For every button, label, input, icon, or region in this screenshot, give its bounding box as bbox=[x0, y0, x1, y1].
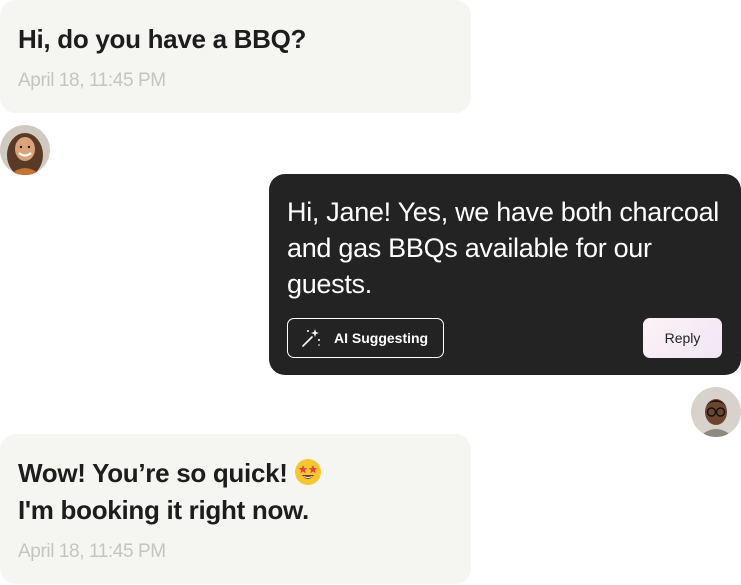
incoming-message-bubble: Hi, do you have a BBQ? April 18, 11:45 P… bbox=[0, 0, 471, 113]
magic-wand-icon bbox=[300, 327, 322, 349]
host-avatar bbox=[691, 387, 741, 437]
ai-suggesting-label: AI Suggesting bbox=[334, 330, 429, 346]
ai-suggesting-chip[interactable]: AI Suggesting bbox=[287, 318, 444, 358]
message-timestamp: April 18, 11:45 PM bbox=[18, 541, 166, 562]
star-struck-emoji-icon bbox=[294, 458, 322, 486]
reply-button[interactable]: Reply bbox=[643, 318, 722, 358]
message-timestamp: April 18, 11:45 PM bbox=[18, 70, 166, 91]
message-line: I'm booking it right now. bbox=[18, 495, 309, 525]
guest-avatar bbox=[0, 125, 50, 175]
message-text: Hi, Jane! Yes, we have both charcoal and… bbox=[287, 197, 719, 299]
message-text: Hi, do you have a BBQ? bbox=[18, 24, 307, 54]
outgoing-message-bubble: Hi, Jane! Yes, we have both charcoal and… bbox=[269, 174, 741, 375]
message-line: Wow! You’re so quick! bbox=[18, 458, 288, 488]
message-text-block: Wow! You’re so quick! I'm booking it rig… bbox=[18, 455, 322, 529]
